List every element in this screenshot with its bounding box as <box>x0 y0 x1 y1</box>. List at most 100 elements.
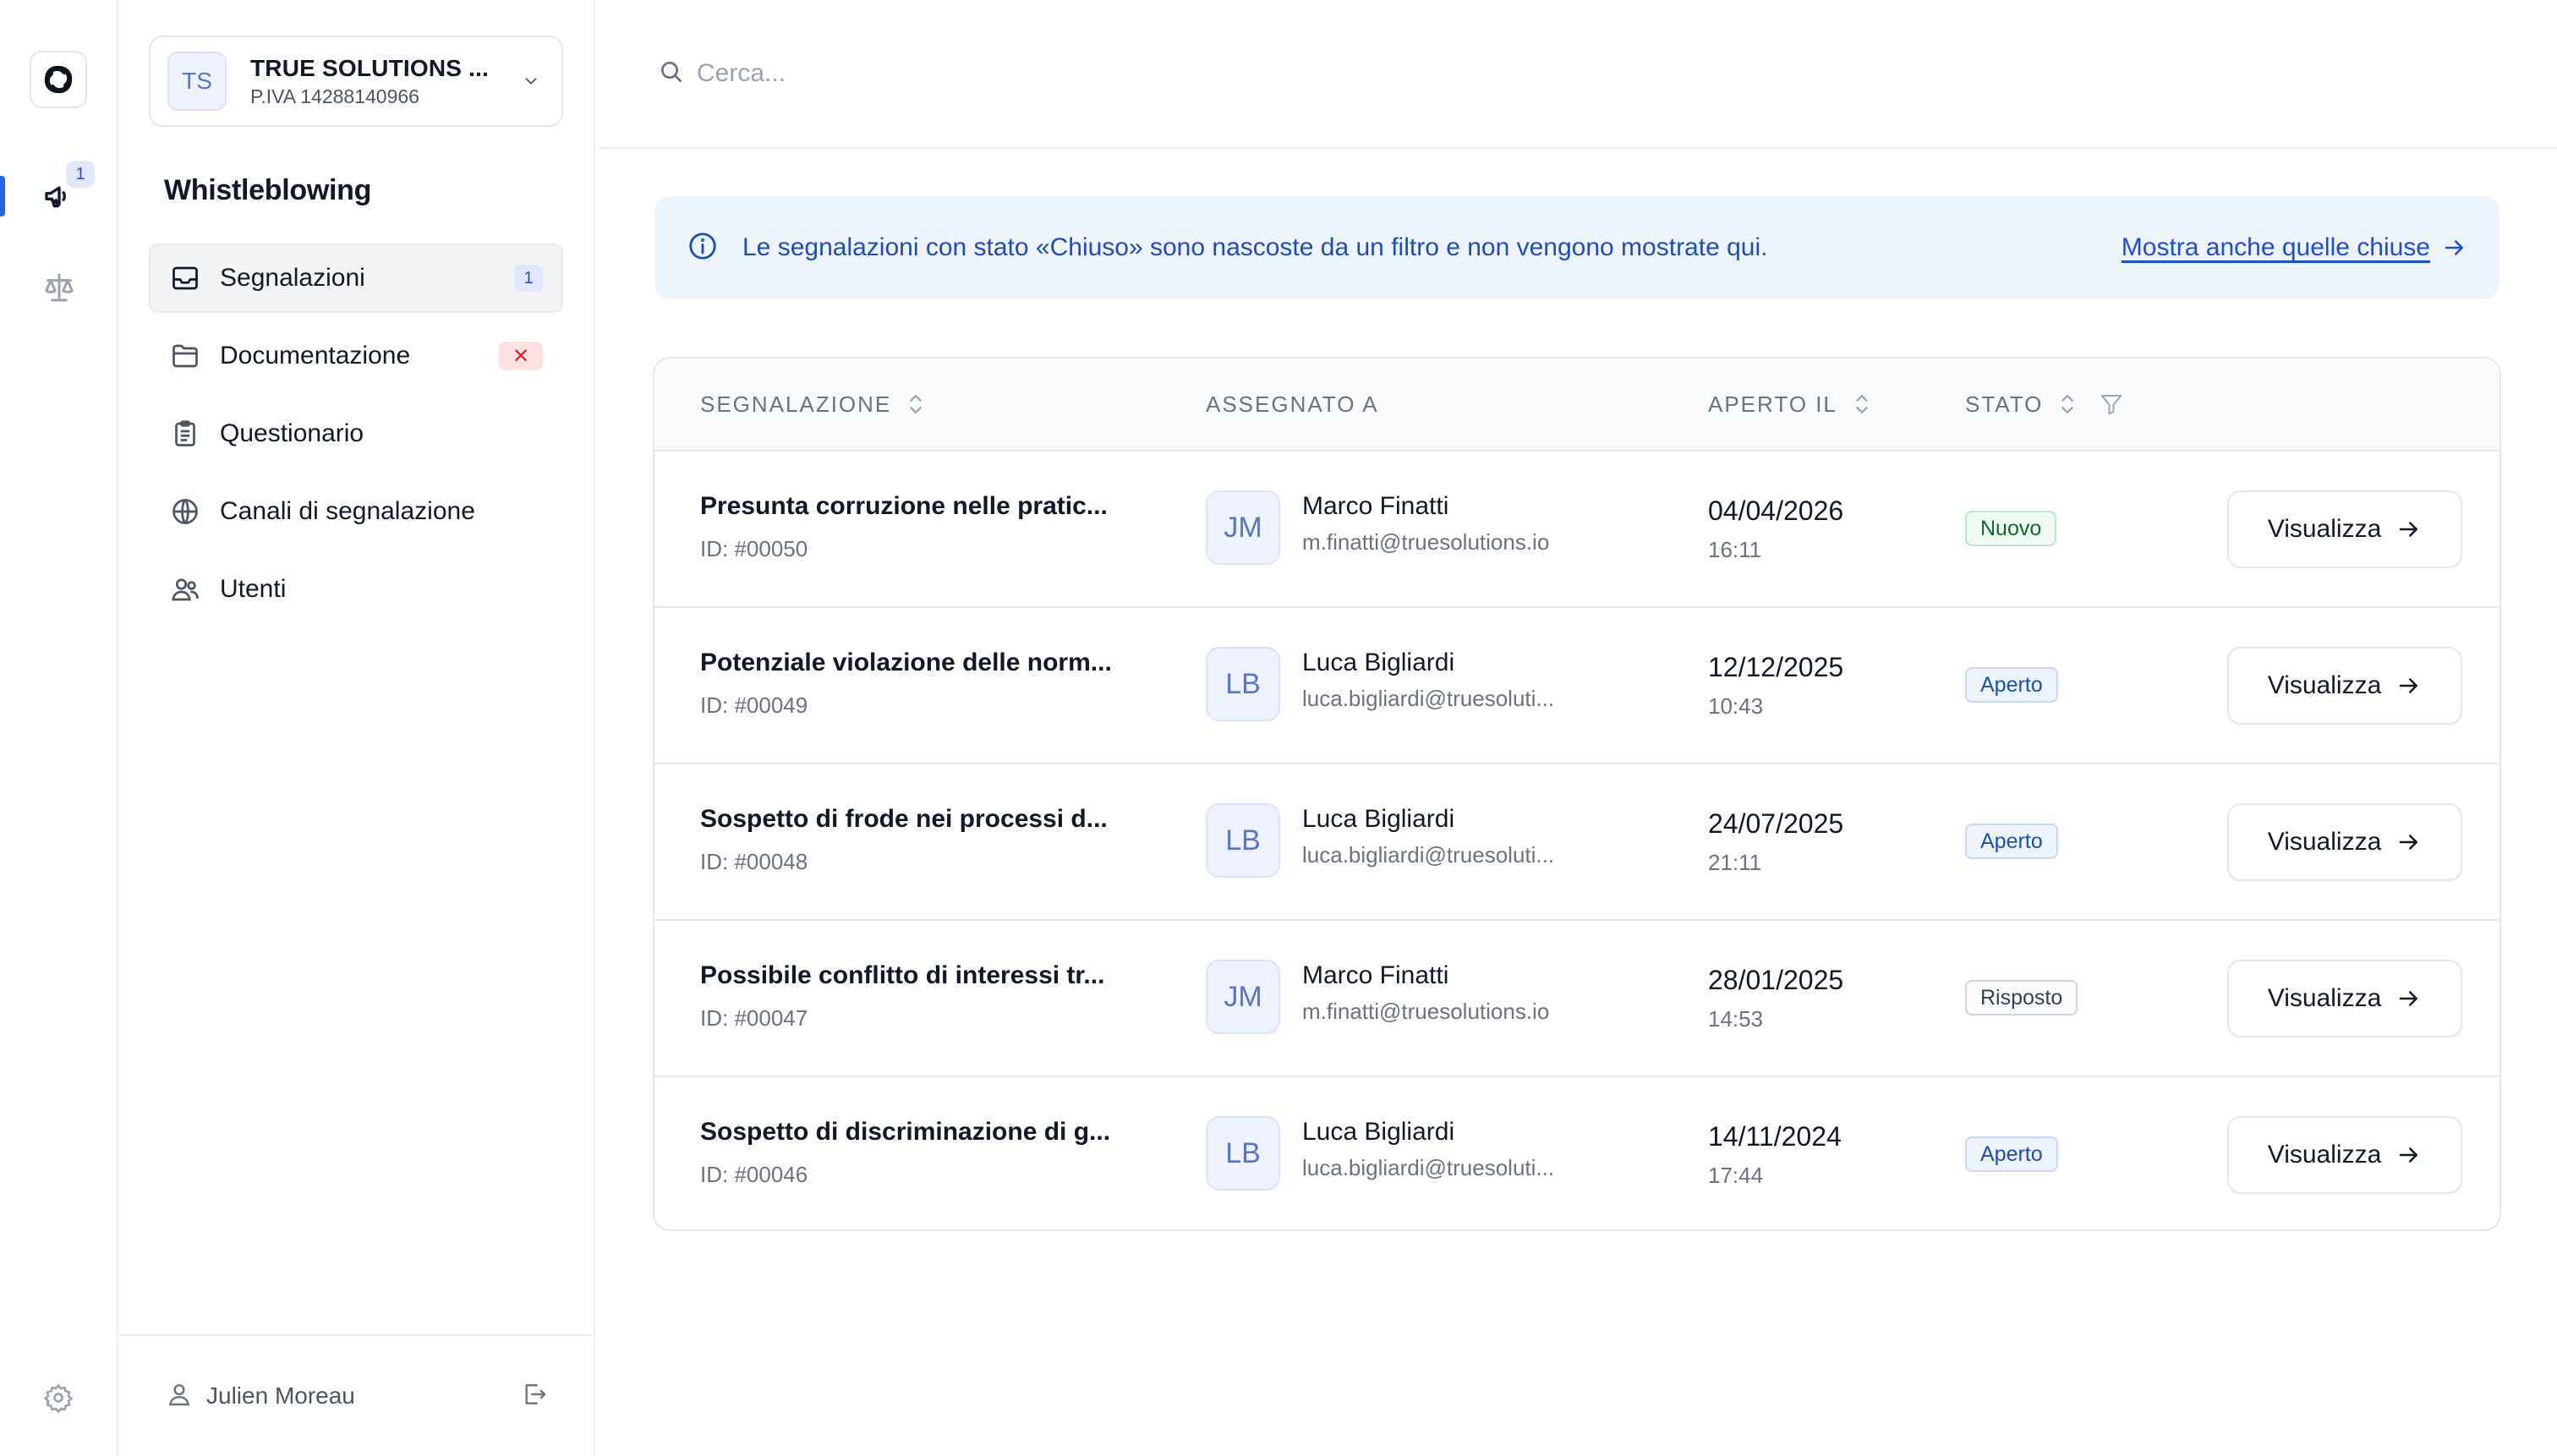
settings-button[interactable] <box>39 1378 78 1417</box>
column-header-opened[interactable]: APERTO IL <box>1708 359 1871 450</box>
user-icon <box>166 1381 193 1412</box>
table-row[interactable]: Potenziale violazione delle norm... ID: … <box>654 608 2500 764</box>
sidebar-item-label: Segnalazioni <box>220 264 365 292</box>
arrow-right-icon <box>2396 673 2422 698</box>
assignee-email: luca.bigliardi@truesoluti... <box>1302 686 1555 711</box>
status-badge: Aperto <box>1965 667 2058 703</box>
report-id: ID: #00050 <box>700 536 808 561</box>
gear-icon <box>43 1383 74 1413</box>
column-header-assignee: ASSEGNATO A <box>1206 359 1379 450</box>
filter-icon[interactable] <box>2099 391 2124 417</box>
rail-legal-button[interactable] <box>25 254 93 321</box>
info-banner-text: Le segnalazioni con stato «Chiuso» sono … <box>742 233 1768 261</box>
top-bar <box>597 0 2557 149</box>
view-button-label: Visualizza <box>2267 984 2382 1012</box>
view-button[interactable]: Visualizza <box>2227 803 2462 881</box>
info-icon <box>687 230 719 266</box>
assignee-name: Luca Bigliardi <box>1302 805 1455 833</box>
sort-icon[interactable] <box>2058 392 2077 416</box>
table-header: SEGNALAZIONE ASSEGNATO A APERTO IL STATO <box>654 359 2500 452</box>
warning-x-badge: ✕ <box>499 342 543 370</box>
view-button-label: Visualizza <box>2267 1141 2382 1169</box>
org-name: TRUE SOLUTIONS ... <box>250 54 490 81</box>
assignee-avatar: LB <box>1206 647 1280 721</box>
opened-date: 04/04/2026 <box>1708 495 1844 526</box>
report-title[interactable]: Possibile conflitto di interessi tr... <box>700 961 1104 990</box>
section-title: Whistleblowing <box>164 174 372 206</box>
report-title[interactable]: Potenziale violazione delle norm... <box>700 649 1112 677</box>
assignee-avatar: LB <box>1206 1116 1280 1191</box>
sidebar-item-label: Documentazione <box>220 342 411 369</box>
view-button-label: Visualizza <box>2267 515 2382 543</box>
sort-icon[interactable] <box>906 392 925 416</box>
column-header-label: APERTO IL <box>1708 391 1837 417</box>
app-logo[interactable] <box>30 51 87 108</box>
opened-time: 17:44 <box>1708 1163 1764 1188</box>
column-header-label: STATO <box>1965 391 2044 417</box>
table-row[interactable]: Presunta corruzione nelle pratic... ID: … <box>654 452 2500 608</box>
view-button[interactable]: Visualizza <box>2227 1116 2462 1194</box>
sidebar-item-utenti[interactable]: Utenti <box>149 555 563 624</box>
info-banner: Le segnalazioni con stato «Chiuso» sono … <box>654 196 2500 299</box>
opened-time: 16:11 <box>1708 537 1762 562</box>
report-title[interactable]: Presunta corruzione nelle pratic... <box>700 492 1108 521</box>
opened-time: 10:43 <box>1708 693 1764 719</box>
status-badge: Aperto <box>1965 824 2058 859</box>
user-footer: Julien Moreau <box>118 1334 595 1456</box>
column-header-status[interactable]: STATO <box>1965 359 2124 450</box>
report-title[interactable]: Sospetto di discriminazione di g... <box>700 1118 1110 1147</box>
app-rail: 1 <box>0 0 118 1456</box>
opened-date: 24/07/2025 <box>1708 808 1844 839</box>
sidebar-item-documentazione[interactable]: Documentazione ✕ <box>149 321 563 391</box>
view-button[interactable]: Visualizza <box>2227 647 2462 725</box>
table-row[interactable]: Sospetto di frode nei processi d... ID: … <box>654 764 2500 921</box>
sidebar-item-canali[interactable]: Canali di segnalazione <box>149 477 563 546</box>
view-button-label: Visualizza <box>2267 671 2382 699</box>
view-button[interactable]: Visualizza <box>2227 490 2462 568</box>
table-row[interactable]: Sospetto di discriminazione di g... ID: … <box>654 1077 2500 1229</box>
status-badge: Aperto <box>1965 1136 2058 1172</box>
logout-icon[interactable] <box>521 1381 548 1412</box>
status-badge: Nuovo <box>1965 511 2057 546</box>
assignee-name: Marco Finatti <box>1302 961 1449 989</box>
user-name: Julien Moreau <box>206 1382 355 1409</box>
table-row[interactable]: Possibile conflitto di interessi tr... I… <box>654 921 2500 1077</box>
report-id: ID: #00049 <box>700 692 808 718</box>
opened-date: 14/11/2024 <box>1708 1121 1842 1152</box>
opened-date: 28/01/2025 <box>1708 965 1844 995</box>
assignee-email: luca.bigliardi@truesoluti... <box>1302 842 1555 868</box>
opened-time: 14:53 <box>1708 1006 1764 1032</box>
search-icon <box>658 58 685 90</box>
reports-table: SEGNALAZIONE ASSEGNATO A APERTO IL STATO <box>653 357 2501 1231</box>
assignee-email: luca.bigliardi@truesoluti... <box>1302 1155 1555 1180</box>
report-id: ID: #00047 <box>700 1005 808 1031</box>
status-badge: Risposto <box>1965 980 2078 1015</box>
globe-icon <box>169 495 201 528</box>
report-title[interactable]: Sospetto di frode nei processi d... <box>700 805 1108 834</box>
arrow-right-icon <box>2396 1142 2422 1168</box>
sidebar-item-questionario[interactable]: Questionario <box>149 399 563 468</box>
arrow-right-icon <box>2396 986 2422 1011</box>
inbox-icon <box>169 262 201 294</box>
search-input[interactable] <box>697 59 1373 88</box>
opened-time: 21:11 <box>1708 850 1762 875</box>
sidebar: TS TRUE SOLUTIONS ... P.IVA 14288140966 … <box>118 0 595 1456</box>
report-id: ID: #00048 <box>700 849 808 874</box>
view-button[interactable]: Visualizza <box>2227 960 2462 1037</box>
sidebar-item-segnalazioni[interactable]: Segnalazioni 1 <box>149 244 563 313</box>
sidebar-nav: Segnalazioni 1 Documentazione ✕ Question… <box>149 244 563 632</box>
assignee-avatar: JM <box>1206 960 1280 1034</box>
show-closed-link[interactable]: Mostra anche quelle chiuse <box>2122 233 2467 262</box>
show-closed-link-label: Mostra anche quelle chiuse <box>2121 233 2430 261</box>
column-header-report[interactable]: SEGNALAZIONE <box>700 359 925 450</box>
arrow-right-icon <box>2396 517 2422 542</box>
org-vat: P.IVA 14288140966 <box>250 85 419 107</box>
assignee-name: Marco Finatti <box>1302 492 1449 520</box>
sort-icon[interactable] <box>1853 392 1871 416</box>
organization-switcher[interactable]: TS TRUE SOLUTIONS ... P.IVA 14288140966 <box>149 36 563 127</box>
column-header-label: ASSEGNATO A <box>1206 391 1379 417</box>
opened-date: 12/12/2025 <box>1708 652 1844 682</box>
clipboard-icon <box>169 418 201 450</box>
assignee-name: Luca Bigliardi <box>1302 1118 1455 1146</box>
chevron-down-icon <box>517 68 545 95</box>
